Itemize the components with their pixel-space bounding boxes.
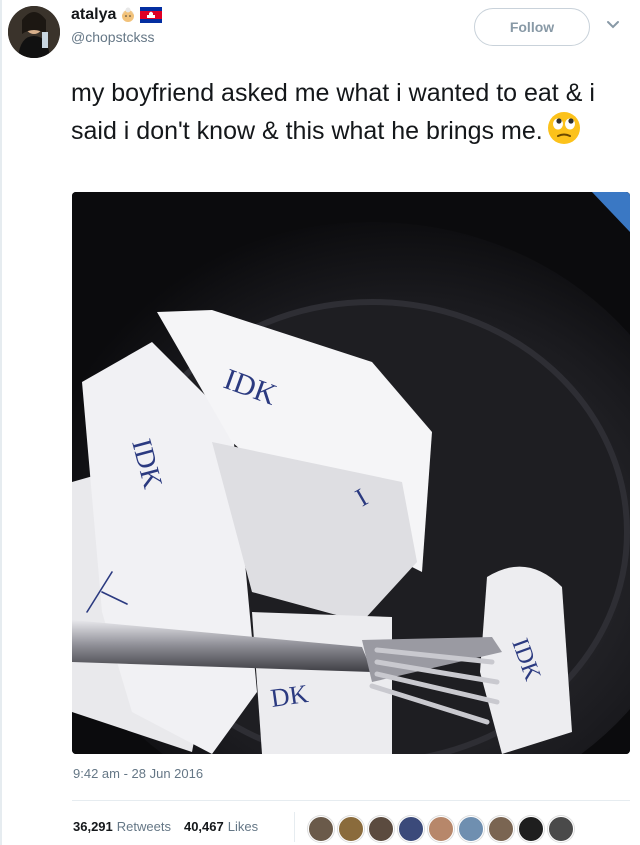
page-left-border <box>0 0 2 845</box>
chevron-down-icon[interactable] <box>606 20 620 30</box>
liker-avatars <box>308 816 578 842</box>
display-name[interactable]: atalya <box>71 6 116 24</box>
display-name-row: atalya <box>71 6 163 24</box>
retweets-count: 36,291 <box>73 819 113 834</box>
user-info: atalya @chopstckss <box>71 6 163 45</box>
liker-avatar-3[interactable] <box>368 816 394 842</box>
retweets-stat[interactable]: 36,291 Retweets <box>73 819 171 834</box>
note-4: DK <box>269 679 310 713</box>
tweet-stats: 36,291 Retweets 40,467 Likes <box>73 819 258 834</box>
plate-of-idk-notes-image: IDK IDK I DK IDK <box>72 192 630 754</box>
liker-avatar-4[interactable] <box>398 816 424 842</box>
divider-top <box>72 800 630 801</box>
avatar[interactable] <box>8 6 60 58</box>
liker-avatar-2[interactable] <box>338 816 364 842</box>
tweet-timestamp[interactable]: 9:42 am - 28 Jun 2016 <box>73 766 203 781</box>
liker-avatar-1[interactable] <box>308 816 334 842</box>
likes-count: 40,467 <box>183 819 224 834</box>
retweets-label: Retweets <box>116 819 171 834</box>
tweet-text-content: my boyfriend asked me what i wanted to e… <box>71 79 595 145</box>
likes-stat[interactable]: 40,467 Likes <box>184 819 258 834</box>
liker-avatar-7[interactable] <box>488 816 514 842</box>
avatar-photo <box>8 6 60 58</box>
likes-label: Likes <box>227 819 259 834</box>
face-with-rolling-eyes-icon <box>547 111 581 155</box>
tweet-text: my boyfriend asked me what i wanted to e… <box>71 76 629 155</box>
stats-separator <box>294 812 295 842</box>
tweet-photo[interactable]: IDK IDK I DK IDK <box>72 192 630 754</box>
username[interactable]: @chopstckss <box>71 29 162 45</box>
grandmother-emoji-icon <box>122 7 135 22</box>
liker-avatar-8[interactable] <box>518 816 544 842</box>
cambodia-flag-icon <box>140 7 163 23</box>
liker-avatar-6[interactable] <box>458 816 484 842</box>
liker-avatar-9[interactable] <box>548 816 574 842</box>
follow-button[interactable]: Follow <box>474 8 590 46</box>
liker-avatar-5[interactable] <box>428 816 454 842</box>
